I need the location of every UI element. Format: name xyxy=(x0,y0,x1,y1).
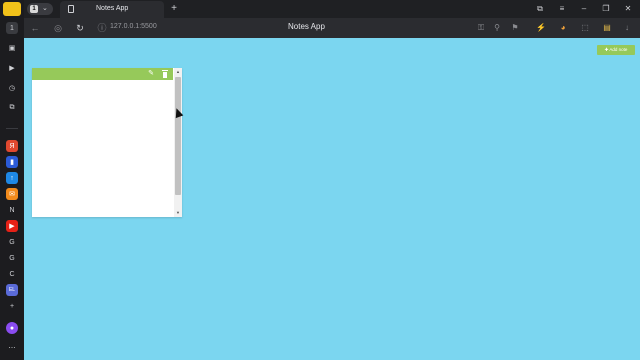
tab-counter-button[interactable]: 1 ⌄ xyxy=(27,3,53,15)
more-icon[interactable]: ⋯ xyxy=(6,342,18,354)
page-title: Notes App xyxy=(288,22,325,31)
upload-icon[interactable]: ↑ xyxy=(6,172,18,184)
forward-icon[interactable]: ◎ xyxy=(52,22,64,34)
reader-icon[interactable]: ⬚ xyxy=(580,23,590,33)
collections-icon[interactable]: ▣ xyxy=(6,42,18,54)
restore-icon[interactable]: ❐ xyxy=(600,3,612,15)
screenshot-icon[interactable]: ⧉ xyxy=(6,102,18,114)
tab-counter-icon[interactable]: 1 xyxy=(6,22,18,34)
url-text: 127.0.0.1:5500 xyxy=(110,23,157,30)
play-icon[interactable]: ▶ xyxy=(6,62,18,74)
c-icon[interactable]: C xyxy=(6,268,18,280)
edit-icon[interactable]: ✎ xyxy=(147,70,155,78)
yandex-icon[interactable]: Я xyxy=(6,140,18,152)
note-card: ✎ ▲ ▼ xyxy=(32,68,184,217)
translate-icon[interactable]: ⚲ xyxy=(492,23,502,33)
lightning-icon[interactable]: ⚡ xyxy=(536,23,546,33)
google-icon-2[interactable]: G xyxy=(6,252,18,264)
note-toolbar: ✎ xyxy=(32,68,173,80)
browser-sidebar: 1 ▣ ▶ ◷ ⧉ Я ▮ ↑ ✉ N ▶ G G C EL + ● ⋯ xyxy=(0,0,24,360)
page-icon xyxy=(68,5,74,13)
history-icon[interactable]: ◷ xyxy=(6,82,18,94)
wallet-icon[interactable]: ▤ xyxy=(602,23,612,33)
note-textarea[interactable] xyxy=(32,80,173,217)
twitch-icon[interactable]: ▮ xyxy=(6,156,18,168)
youtube-icon[interactable]: ▶ xyxy=(6,220,18,232)
trash-icon[interactable] xyxy=(161,70,169,78)
extension-color-icon[interactable]: ◕ xyxy=(558,23,568,33)
reload-icon[interactable]: ↻ xyxy=(74,22,86,34)
add-note-button[interactable]: ✚ Add note xyxy=(597,45,635,55)
address-bar: ← ◎ ↻ ⓘ 127.0.0.1:5500 Notes App ⚿ ⚲ ⚑ ⚡… xyxy=(24,18,640,38)
page-viewport: ✚ Add note ✎ ▲ ▼ xyxy=(24,38,640,360)
chevron-down-icon: ⌄ xyxy=(42,5,48,12)
notion-icon[interactable]: N xyxy=(6,204,18,216)
note-scrollbar[interactable]: ▲ ▼ xyxy=(174,68,182,217)
scroll-up-arrow-icon[interactable]: ▲ xyxy=(174,68,182,76)
collections-toolbar-icon[interactable]: ⧉ xyxy=(534,3,546,15)
alice-icon[interactable]: ● xyxy=(6,322,18,334)
add-panel-icon[interactable]: + xyxy=(6,300,18,312)
tab-count: 1 xyxy=(30,5,38,13)
minimize-icon[interactable]: – xyxy=(578,3,590,15)
new-tab-plus-icon[interactable]: + xyxy=(168,3,180,15)
google-icon-1[interactable]: G xyxy=(6,236,18,248)
bookmark-icon[interactable]: ⚑ xyxy=(510,23,520,33)
key-icon[interactable]: ⚿ xyxy=(476,23,486,33)
scroll-down-arrow-icon[interactable]: ▼ xyxy=(174,209,182,217)
browser-logo-icon[interactable] xyxy=(3,2,21,16)
scroll-thumb[interactable] xyxy=(175,77,181,195)
menu-icon[interactable]: ≡ xyxy=(556,3,568,15)
back-arrow-icon[interactable]: ← xyxy=(29,22,41,34)
tab-bar: 1 ⌄ Notes App + ⧉ ≡ – ❐ ✕ xyxy=(24,0,640,18)
mail-icon[interactable]: ✉ xyxy=(6,188,18,200)
el-icon[interactable]: EL xyxy=(6,284,18,296)
sidebar-divider xyxy=(6,128,18,129)
close-icon[interactable]: ✕ xyxy=(622,3,634,15)
tab-title: Notes App xyxy=(96,5,129,12)
tab-notes-app[interactable]: Notes App xyxy=(60,1,164,18)
site-info-icon[interactable]: ⓘ xyxy=(96,22,108,34)
download-icon[interactable]: ↓ xyxy=(622,23,632,33)
